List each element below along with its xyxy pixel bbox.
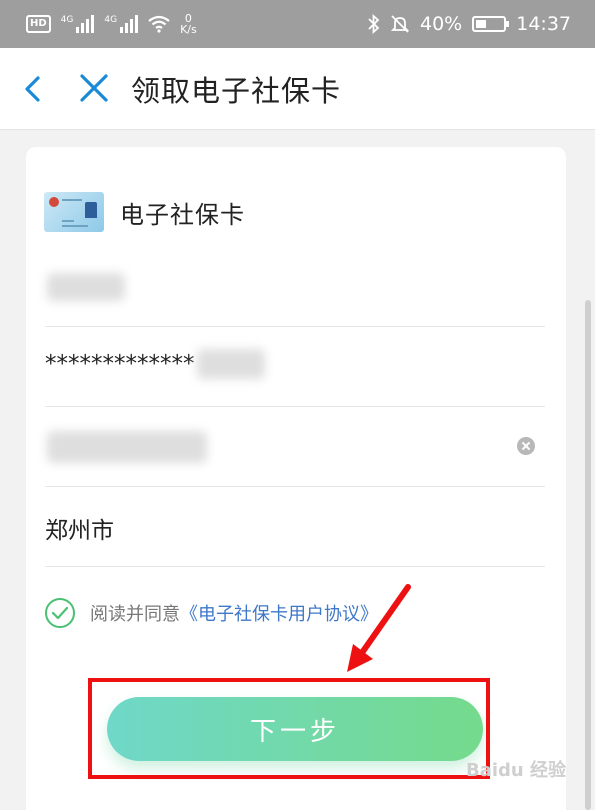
clock: 14:37 [516, 13, 571, 35]
agreement-prefix: 阅读并同意 [90, 604, 180, 625]
scrollbar[interactable] [585, 300, 591, 810]
city-field[interactable]: 郑州市 [45, 487, 545, 567]
social-security-card-icon [44, 192, 104, 232]
blurred-id-tail [197, 349, 265, 379]
checkmark-circle-icon[interactable] [44, 597, 76, 629]
next-button[interactable]: 下一步 [107, 697, 483, 761]
phone-field[interactable] [45, 407, 545, 487]
mute-bell-icon [390, 15, 410, 33]
agreement-row: 阅读并同意 《电子社保卡用户协议》 [44, 597, 378, 629]
clear-icon[interactable] [517, 437, 535, 455]
network-type-label: 4G [60, 15, 74, 25]
network-speed-unit: K/s [180, 23, 197, 36]
id-number-value: ************* [45, 351, 195, 377]
signal-icon: 4G [104, 15, 139, 33]
battery-icon [472, 16, 510, 32]
blurred-phone [47, 431, 207, 463]
blurred-name [47, 273, 125, 301]
city-value: 郑州市 [45, 518, 114, 544]
page-title: 领取电子社保卡 [131, 74, 342, 108]
status-right: 40% 14:37 [368, 10, 571, 38]
signal-icon: 4G [61, 15, 95, 33]
agreement-link[interactable]: 《电子社保卡用户协议》 [180, 600, 378, 626]
close-icon[interactable] [78, 72, 110, 104]
card-header: 电子社保卡 [44, 192, 245, 232]
card-title: 电子社保卡 [120, 200, 245, 229]
status-bar: HD 4G 4G 0 K/s 40% 14:37 [0, 0, 595, 48]
hd-badge: HD [26, 15, 51, 33]
watermark-logo: Baidu 经验 [466, 760, 567, 781]
app-header: 领取电子社保卡 [0, 48, 595, 130]
name-field[interactable] [45, 247, 545, 327]
social-security-form-card: 电子社保卡 ************* 郑州市 阅读并同意 《电子社保卡用户协议… [26, 147, 566, 810]
chevron-left-icon[interactable] [18, 70, 48, 108]
network-type-label: 4G [104, 15, 118, 25]
bluetooth-icon [368, 14, 380, 34]
battery-percent: 40% [420, 13, 463, 35]
status-left: HD 4G 4G 0 K/s [26, 12, 197, 36]
id-number-field[interactable]: ************* [45, 327, 545, 407]
network-speed: 0 K/s [180, 13, 197, 35]
wifi-icon [148, 15, 170, 33]
